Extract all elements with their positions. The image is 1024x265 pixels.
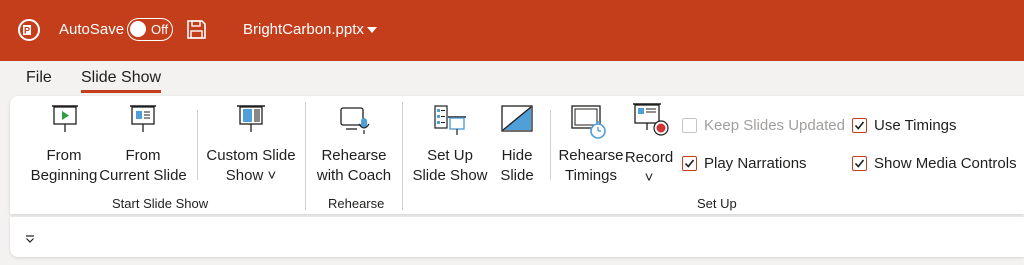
tab-file[interactable]: File: [26, 69, 52, 87]
powerpoint-logo: P: [18, 19, 40, 41]
document-filename[interactable]: BrightCarbon.pptx: [243, 21, 364, 38]
ribbon-options-bar: [10, 217, 1024, 257]
rehearse-with-coach-button[interactable]: Rehearse with Coach: [313, 96, 395, 192]
record-label: Record ˅: [624, 149, 674, 186]
show-media-controls-label: Show Media Controls: [874, 155, 1017, 172]
group-divider: [550, 110, 551, 180]
autosave-label: AutoSave: [59, 21, 125, 38]
from-current-slide-button[interactable]: From Current Slide: [98, 96, 188, 192]
chevron-down-icon[interactable]: [367, 27, 377, 33]
use-timings-label: Use Timings: [874, 117, 957, 134]
record-icon: [633, 103, 669, 136]
ribbon-display-options-icon[interactable]: [25, 235, 35, 243]
custom-slide-show-button[interactable]: Custom Slide Show ˅: [203, 96, 299, 192]
hide-slide-button[interactable]: Hide Slide: [492, 96, 542, 192]
tab-slide-show[interactable]: Slide Show: [81, 69, 162, 93]
hide-slide-label: Hide Slide: [500, 147, 534, 184]
hide-slide-icon: [501, 105, 533, 132]
autosave-state: Off: [151, 22, 169, 37]
checkbox-box: [682, 156, 697, 171]
group-label-set-up: Set Up: [697, 196, 737, 211]
checkmark-icon: [684, 159, 695, 168]
rehearse-coach-icon: [340, 107, 370, 134]
checkbox-box: [852, 118, 867, 133]
save-icon[interactable]: [186, 19, 207, 40]
toggle-knob: [130, 21, 146, 37]
checkbox-box: [682, 118, 697, 133]
setup-show-icon: [434, 105, 466, 135]
rehearse-timings-button[interactable]: Rehearse Timings: [556, 96, 626, 192]
group-divider: [197, 110, 198, 180]
checkmark-icon: [854, 121, 865, 130]
group-label-rehearse: Rehearse: [328, 196, 385, 211]
group-divider: [305, 102, 306, 210]
from-beginning-label: From Beginning: [30, 147, 98, 184]
custom-show-icon: [237, 105, 265, 132]
from-beginning-button[interactable]: From Beginning: [22, 96, 106, 192]
set-up-slide-show-button[interactable]: Set Up Slide Show: [408, 96, 492, 192]
current-slide-screen-icon: [130, 105, 156, 132]
group-divider: [402, 102, 403, 210]
svg-text:P: P: [24, 26, 30, 36]
play-screen-icon: [52, 105, 78, 132]
from-current-slide-label: From Current Slide: [99, 147, 187, 184]
checkmark-icon: [854, 159, 865, 168]
record-button[interactable]: Record ˅: [623, 96, 675, 192]
title-bar: P AutoSave Off BrightCarbon.pptx: [0, 0, 1024, 61]
play-narrations-label: Play Narrations: [704, 155, 807, 172]
group-label-start-slide-show: Start Slide Show: [112, 196, 209, 211]
timer-icon: [571, 105, 606, 139]
ribbon: From Beginning From Current Slide Custom…: [10, 96, 1024, 214]
keep-slides-updated-label: Keep Slides Updated: [704, 117, 845, 134]
autosave-toggle[interactable]: Off: [127, 18, 173, 41]
set-up-slide-show-label: Set Up Slide Show: [412, 147, 488, 184]
rehearse-timings-label: Rehearse Timings: [558, 147, 624, 184]
checkbox-box: [852, 156, 867, 171]
rehearse-with-coach-label: Rehearse with Coach: [316, 147, 392, 184]
custom-slide-show-label: Custom Slide Show ˅: [206, 147, 296, 184]
